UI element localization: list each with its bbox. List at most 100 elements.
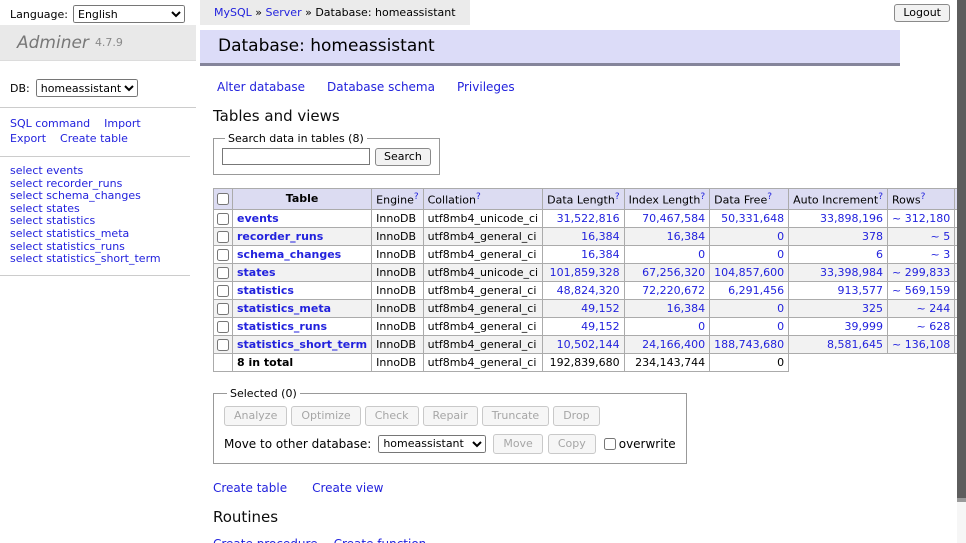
cell-rows-link[interactable]: ~ 136,108 (892, 338, 950, 351)
overwrite-checkbox[interactable] (604, 438, 616, 450)
analyze-button[interactable]: Analyze (224, 406, 287, 426)
db-select[interactable]: homeassistant (36, 79, 138, 97)
cell-rows-link[interactable]: ~ 3 (930, 248, 950, 261)
sidebar-select-link[interactable]: select (10, 252, 43, 265)
cell-index_length-link[interactable]: 16,384 (667, 302, 706, 315)
cell-data_length-link[interactable]: 31,522,816 (557, 212, 620, 225)
sidebar-table-link[interactable]: statistics (46, 214, 95, 227)
check-button[interactable]: Check (365, 406, 419, 426)
repair-button[interactable]: Repair (423, 406, 478, 426)
help-link[interactable]: ? (767, 192, 772, 202)
vertical-scrollbar-thumb[interactable] (957, 0, 966, 502)
row-checkbox[interactable] (217, 321, 229, 333)
table-name-link[interactable]: schema_changes (237, 248, 341, 261)
cell-data_length-link[interactable]: 101,859,328 (550, 266, 620, 279)
search-input[interactable] (222, 148, 370, 165)
row-checkbox[interactable] (217, 285, 229, 297)
link-create-procedure[interactable]: Create procedure (213, 537, 318, 543)
cell-data_free-link[interactable]: 0 (777, 230, 784, 243)
help-link[interactable]: ? (414, 192, 419, 202)
sidebar-select-link[interactable]: select (10, 214, 43, 227)
link-privileges[interactable]: Privileges (457, 80, 515, 94)
cell-index_length-link[interactable]: 0 (698, 320, 705, 333)
help-link[interactable]: ? (700, 192, 705, 202)
sidebar-link-export[interactable]: Export (10, 131, 46, 146)
language-select[interactable]: English (73, 5, 185, 23)
cell-index_length-link[interactable]: 67,256,320 (642, 266, 705, 279)
help-link[interactable]: ? (476, 192, 481, 202)
cell-data_length-link[interactable]: 49,152 (581, 302, 620, 315)
row-checkbox[interactable] (217, 267, 229, 279)
cell-rows-link[interactable]: ~ 312,180 (892, 212, 950, 225)
sidebar-select-link[interactable]: select (10, 189, 43, 202)
table-name-link[interactable]: statistics_meta (237, 302, 331, 315)
link-alter-database[interactable]: Alter database (217, 80, 305, 94)
breadcrumb-link[interactable]: MySQL (214, 6, 252, 19)
optimize-button[interactable]: Optimize (291, 406, 360, 426)
cell-data_length-link[interactable]: 16,384 (581, 248, 620, 261)
cell-rows-link[interactable]: ~ 5 (930, 230, 950, 243)
sidebar-table-link[interactable]: recorder_runs (46, 177, 122, 190)
table-name-link[interactable]: statistics_short_term (237, 338, 367, 351)
cell-auto_increment-link[interactable]: 33,398,984 (820, 266, 883, 279)
cell-data_free-link[interactable]: 0 (777, 248, 784, 261)
table-name-link[interactable]: statistics (237, 284, 294, 297)
help-link[interactable]: ? (921, 192, 926, 202)
sidebar-select-link[interactable]: select (10, 164, 43, 177)
row-checkbox[interactable] (217, 231, 229, 243)
table-name-link[interactable]: recorder_runs (237, 230, 323, 243)
cell-data_free-link[interactable]: 50,331,648 (721, 212, 784, 225)
cell-auto_increment-link[interactable]: 39,999 (845, 320, 884, 333)
sidebar-table-link[interactable]: events (46, 164, 83, 177)
cell-data_free-link[interactable]: 6,291,456 (728, 284, 784, 297)
sidebar-table-link[interactable]: schema_changes (46, 189, 141, 202)
cell-index_length-link[interactable]: 70,467,584 (642, 212, 705, 225)
select-all-checkbox[interactable] (217, 193, 229, 205)
table-name-link[interactable]: statistics_runs (237, 320, 327, 333)
drop-button[interactable]: Drop (553, 406, 599, 426)
sidebar-link-import[interactable]: Import (104, 116, 141, 131)
truncate-button[interactable]: Truncate (482, 406, 549, 426)
sidebar-table-link[interactable]: states (46, 202, 80, 215)
cell-data_free-link[interactable]: 104,857,600 (714, 266, 784, 279)
cell-data_free-link[interactable]: 0 (777, 320, 784, 333)
sidebar-link-sql-command[interactable]: SQL command (10, 116, 90, 131)
row-checkbox[interactable] (217, 213, 229, 225)
cell-auto_increment-link[interactable]: 33,898,196 (820, 212, 883, 225)
table-name-link[interactable]: events (237, 212, 279, 225)
row-checkbox[interactable] (217, 339, 229, 351)
cell-auto_increment-link[interactable]: 325 (862, 302, 883, 315)
cell-auto_increment-link[interactable]: 8,581,645 (827, 338, 883, 351)
sidebar-select-link[interactable]: select (10, 227, 43, 240)
search-button[interactable]: Search (375, 148, 431, 166)
link-create-view[interactable]: Create view (312, 481, 383, 495)
cell-index_length-link[interactable]: 16,384 (667, 230, 706, 243)
cell-rows-link[interactable]: ~ 628 (916, 320, 950, 333)
cell-index_length-link[interactable]: 24,166,400 (642, 338, 705, 351)
cell-auto_increment-link[interactable]: 913,577 (838, 284, 884, 297)
cell-rows-link[interactable]: ~ 299,833 (892, 266, 950, 279)
help-link[interactable]: ? (878, 192, 883, 202)
breadcrumb-link[interactable]: Server (266, 6, 302, 19)
link-database-schema[interactable]: Database schema (327, 80, 435, 94)
cell-data_length-link[interactable]: 49,152 (581, 320, 620, 333)
move-db-select[interactable]: homeassistant (378, 435, 486, 453)
sidebar-table-link[interactable]: statistics_short_term (46, 252, 160, 265)
sidebar-table-link[interactable]: statistics_runs (46, 240, 125, 253)
vertical-scrollbar-track[interactable] (957, 0, 966, 543)
cell-data_free-link[interactable]: 0 (777, 302, 784, 315)
cell-data_free-link[interactable]: 188,743,680 (714, 338, 784, 351)
cell-auto_increment-link[interactable]: 378 (862, 230, 883, 243)
link-create-function[interactable]: Create function (334, 537, 427, 543)
cell-data_length-link[interactable]: 16,384 (581, 230, 620, 243)
cell-rows-link[interactable]: ~ 569,159 (892, 284, 950, 297)
move-button[interactable]: Move (493, 434, 543, 454)
cell-data_length-link[interactable]: 48,824,320 (557, 284, 620, 297)
link-create-table[interactable]: Create table (213, 481, 287, 495)
table-name-link[interactable]: states (237, 266, 276, 279)
cell-rows-link[interactable]: ~ 244 (916, 302, 950, 315)
cell-index_length-link[interactable]: 72,220,672 (642, 284, 705, 297)
sidebar-table-link[interactable]: statistics_meta (46, 227, 129, 240)
sidebar-select-link[interactable]: select (10, 177, 43, 190)
cell-auto_increment-link[interactable]: 6 (876, 248, 883, 261)
